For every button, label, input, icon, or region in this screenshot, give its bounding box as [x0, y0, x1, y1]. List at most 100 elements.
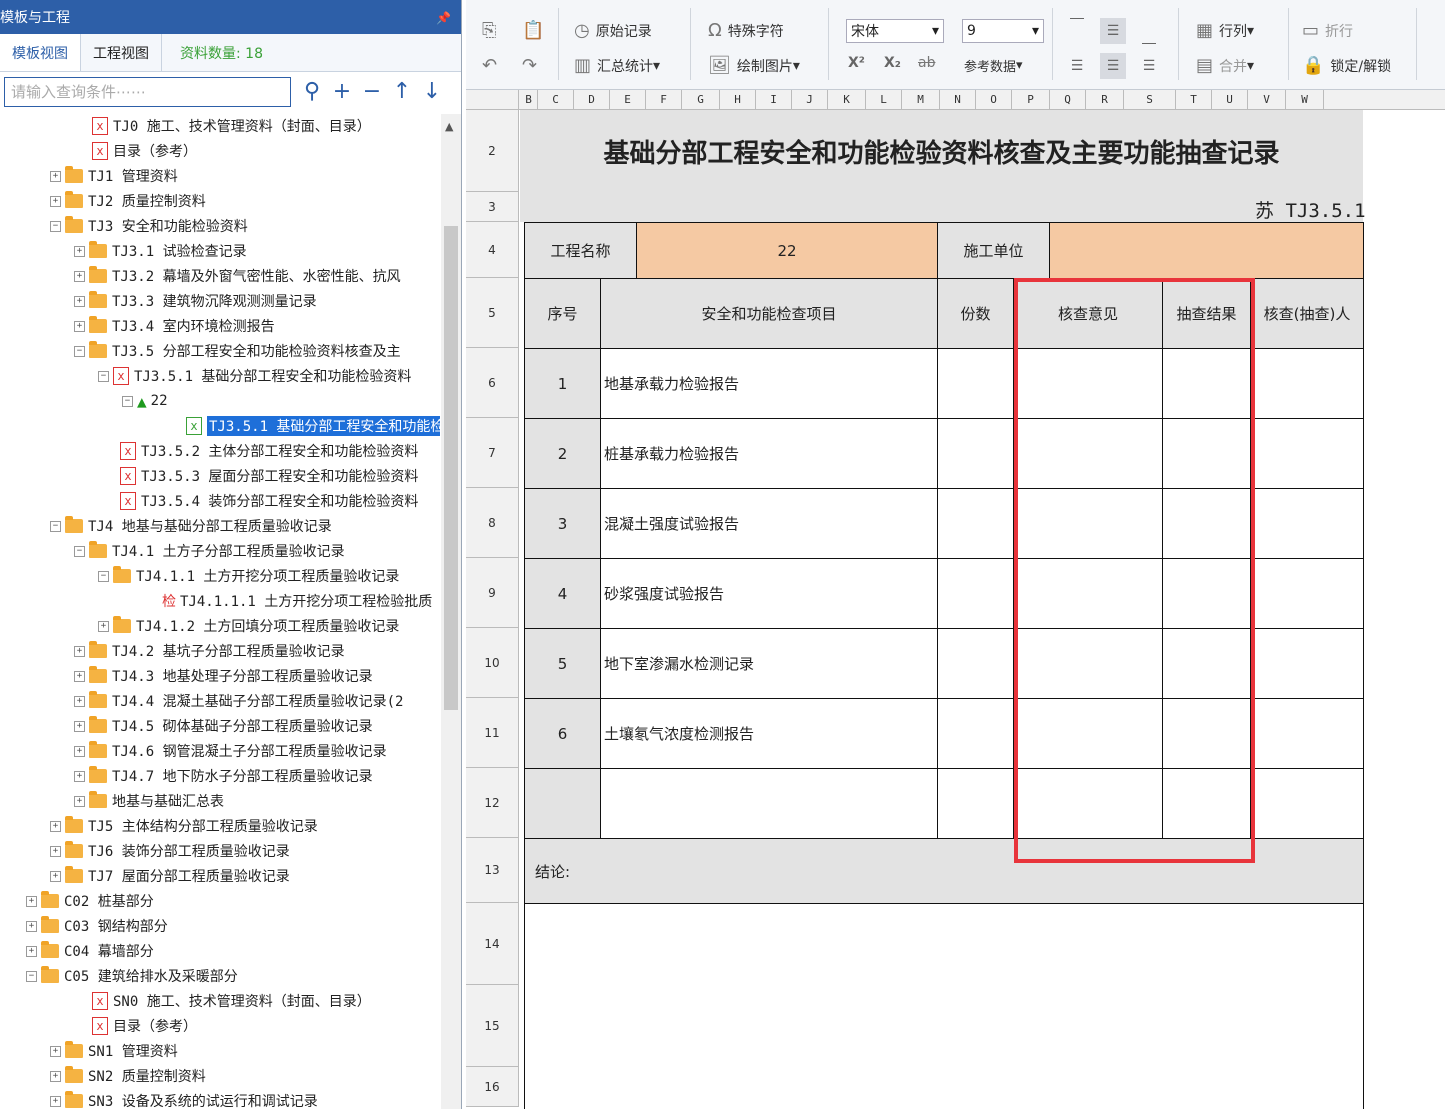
table-cell[interactable]: [524, 768, 601, 839]
table-header[interactable]: 序号: [524, 278, 601, 349]
expand-icon[interactable]: +: [50, 195, 61, 207]
tree-node[interactable]: x TJ0 施工、技术管理资料（封面、目录）: [92, 114, 371, 138]
table-cell[interactable]: [1013, 628, 1163, 699]
row-label[interactable]: 15: [466, 985, 519, 1067]
column-label[interactable]: W: [1286, 90, 1324, 110]
column-label[interactable]: C: [538, 90, 574, 110]
construction-unit-label[interactable]: 施工单位: [937, 222, 1050, 279]
tree-node[interactable]: − TJ4 地基与基础分部工程质量验收记录: [50, 514, 332, 538]
table-cell[interactable]: [937, 418, 1014, 489]
tree-node[interactable]: + TJ6 装饰分部工程质量验收记录: [50, 839, 290, 863]
conclusion-cell[interactable]: 结论:: [524, 838, 1364, 904]
align-top-icon[interactable]: ⎺: [1064, 12, 1090, 38]
project-name-value[interactable]: 22: [636, 222, 938, 279]
expand-icon[interactable]: +: [74, 295, 85, 307]
tab-template-view[interactable]: 模板视图: [0, 34, 81, 71]
column-label[interactable]: F: [646, 90, 682, 110]
row-label[interactable]: 7: [466, 418, 519, 488]
original-record-button[interactable]: ◷ 原始记录: [574, 20, 652, 41]
font-family-select[interactable]: 宋体 ▾: [846, 19, 944, 43]
collapse-icon[interactable]: −: [50, 520, 61, 532]
expand-icon[interactable]: +: [50, 1070, 61, 1082]
tree-node[interactable]: − x TJ3.5.1 基础分部工程安全和功能检验资料: [98, 364, 411, 388]
tree-node[interactable]: x TJ3.5.2 主体分部工程安全和功能检验资料: [120, 439, 418, 463]
collapse-icon[interactable]: −: [26, 970, 37, 982]
item-number[interactable]: 6: [524, 698, 601, 769]
tree-node[interactable]: + 地基与基础汇总表: [74, 789, 224, 813]
table-cell[interactable]: [1013, 698, 1163, 769]
draw-picture-button[interactable]: 🖼 绘制图片 ▾: [708, 55, 800, 76]
table-header[interactable]: 核查(抽查)人: [1250, 278, 1364, 349]
reference-data-button[interactable]: 参考数据 ▾: [964, 56, 1023, 75]
expand-icon[interactable]: +: [98, 620, 109, 632]
select-all-corner[interactable]: [466, 90, 519, 110]
column-label[interactable]: N: [940, 90, 976, 110]
tree-node[interactable]: + TJ4.2 基坑子分部工程质量验收记录: [74, 639, 345, 663]
column-label[interactable]: U: [1212, 90, 1248, 110]
copy-icon[interactable]: ⎘: [482, 20, 502, 41]
tree-node[interactable]: − TJ4.1.1 土方开挖分项工程质量验收记录: [98, 564, 399, 588]
tree-node[interactable]: + TJ4.1.2 土方回填分项工程质量验收记录: [98, 614, 399, 638]
redo-icon[interactable]: ↷: [522, 55, 543, 76]
tree-node[interactable]: + TJ5 主体结构分部工程质量验收记录: [50, 814, 318, 838]
column-label[interactable]: P: [1012, 90, 1050, 110]
item-number[interactable]: 3: [524, 488, 601, 559]
column-label[interactable]: E: [610, 90, 646, 110]
table-header[interactable]: 抽查结果: [1162, 278, 1251, 349]
down-arrow-icon[interactable]: ↓: [417, 77, 447, 107]
expand-icon[interactable]: +: [74, 795, 85, 807]
project-name-label[interactable]: 工程名称: [524, 222, 637, 279]
plus-icon[interactable]: +: [327, 77, 357, 107]
tree-scrollbar[interactable]: ▲: [441, 114, 461, 1109]
tree-node[interactable]: + SN2 质量控制资料: [50, 1064, 206, 1088]
tree-node[interactable]: − TJ3 安全和功能检验资料: [50, 214, 248, 238]
row-column-button[interactable]: ▦ 行列 ▾: [1196, 20, 1254, 41]
search-icon[interactable]: ⚲: [297, 77, 327, 107]
subscript-button[interactable]: X₂: [884, 55, 901, 71]
table-cell[interactable]: [600, 768, 938, 839]
row-label[interactable]: 8: [466, 488, 519, 558]
column-label[interactable]: H: [720, 90, 756, 110]
superscript-button[interactable]: X²: [848, 55, 865, 71]
align-middle-icon[interactable]: ☰: [1100, 18, 1126, 44]
merge-button[interactable]: ▤ 合并 ▾: [1196, 55, 1254, 76]
item-name[interactable]: 砂浆强度试验报告: [600, 558, 938, 629]
scroll-thumb[interactable]: [444, 226, 458, 710]
collapse-icon[interactable]: −: [98, 370, 109, 382]
row-label[interactable]: 10: [466, 628, 519, 698]
collapse-icon[interactable]: −: [98, 570, 109, 582]
expand-icon[interactable]: +: [74, 270, 85, 282]
table-cell[interactable]: [1162, 698, 1251, 769]
column-label[interactable]: D: [574, 90, 610, 110]
table-cell[interactable]: [937, 768, 1014, 839]
tree-node[interactable]: + TJ2 质量控制资料: [50, 189, 206, 213]
expand-icon[interactable]: +: [26, 945, 37, 957]
blank-area[interactable]: [524, 903, 1364, 1109]
row-label[interactable]: 11: [466, 698, 519, 768]
column-label[interactable]: Q: [1050, 90, 1086, 110]
table-cell[interactable]: [1250, 488, 1364, 559]
search-input[interactable]: [4, 77, 291, 107]
tree-node[interactable]: x 目录（参考）: [92, 1014, 197, 1038]
column-label[interactable]: T: [1176, 90, 1212, 110]
expand-icon[interactable]: +: [74, 695, 85, 707]
expand-icon[interactable]: +: [50, 170, 61, 182]
tree-node[interactable]: − C05 建筑给排水及采暖部分: [26, 964, 238, 988]
tree-node[interactable]: + TJ3.4 室内环境检测报告: [74, 314, 275, 338]
item-number[interactable]: 5: [524, 628, 601, 699]
tree-node[interactable]: − TJ3.5 分部工程安全和功能检验资料核查及主: [74, 339, 401, 363]
font-size-select[interactable]: 9 ▾: [962, 19, 1044, 43]
item-number[interactable]: 1: [524, 348, 601, 419]
tree-node[interactable]: + C03 钢结构部分: [26, 914, 168, 938]
tree-node[interactable]: + TJ1 管理资料: [50, 164, 178, 188]
row-label[interactable]: 9: [466, 558, 519, 628]
tree-node[interactable]: + C02 桩基部分: [26, 889, 154, 913]
expand-icon[interactable]: +: [74, 320, 85, 332]
table-cell[interactable]: [1250, 698, 1364, 769]
tree-node[interactable]: + TJ4.7 地下防水子分部工程质量验收记录: [74, 764, 373, 788]
tree-node[interactable]: + TJ4.5 砌体基础子分部工程质量验收记录: [74, 714, 373, 738]
column-label[interactable]: B: [520, 90, 538, 110]
align-left-icon[interactable]: ☰: [1064, 53, 1090, 79]
expand-icon[interactable]: +: [74, 245, 85, 257]
lock-unlock-button[interactable]: 🔒 锁定/解锁: [1302, 55, 1391, 76]
